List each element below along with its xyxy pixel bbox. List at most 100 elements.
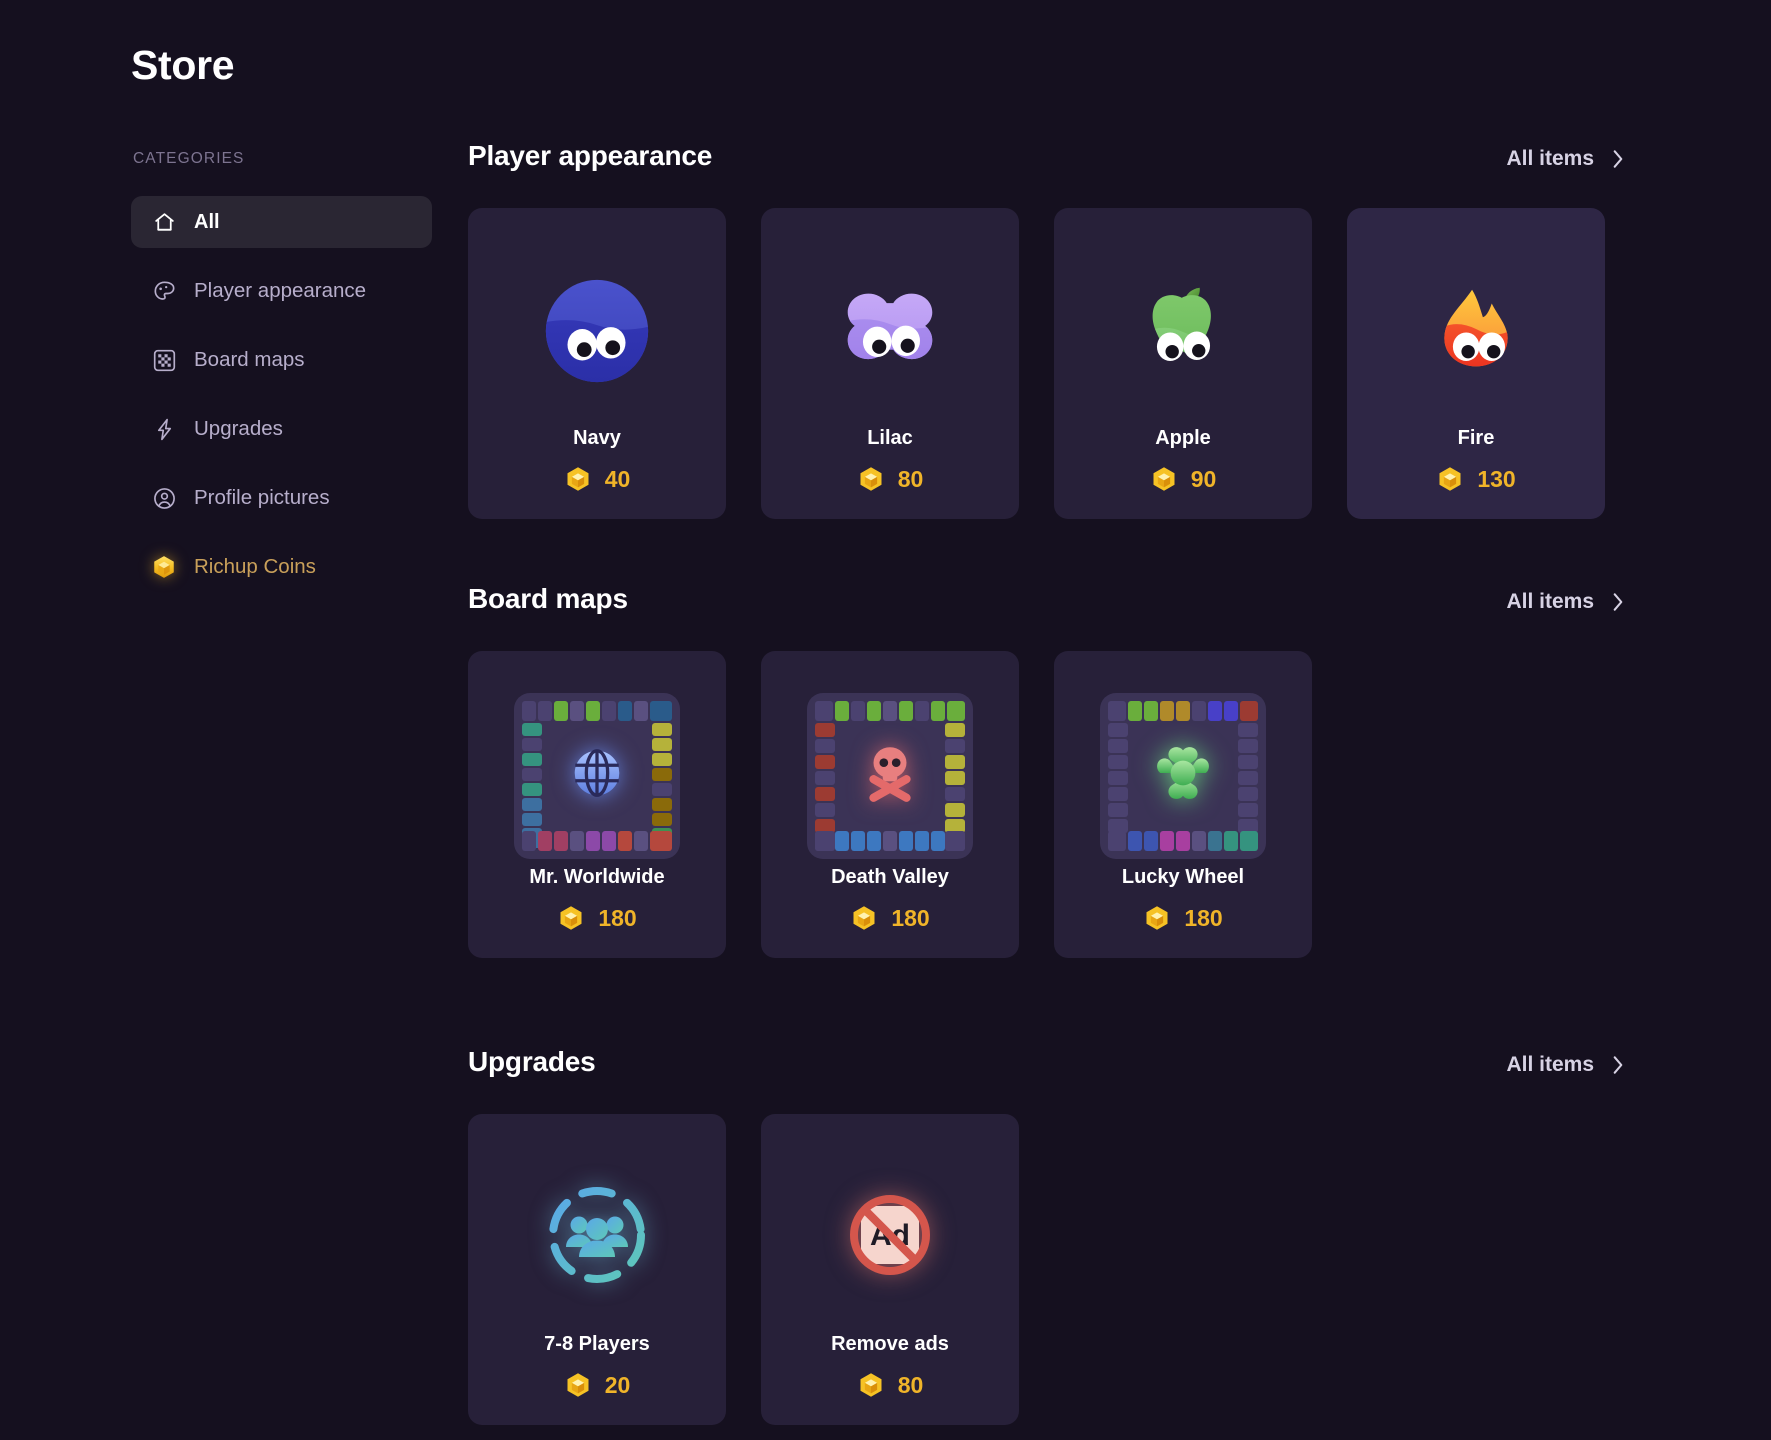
- card-price: 80: [857, 1371, 924, 1399]
- card-price: 80: [857, 465, 924, 493]
- skull-crossbones-icon: [857, 740, 923, 811]
- card-title: Lilac: [867, 427, 913, 449]
- board-map-art: [514, 692, 680, 859]
- sidebar-item-richup-coins[interactable]: Richup Coins: [131, 541, 432, 593]
- store-card-fire[interactable]: Fire 130: [1347, 208, 1605, 519]
- card-artwork: [468, 685, 726, 866]
- all-items-link-upgrades[interactable]: All items: [1506, 1053, 1648, 1077]
- all-items-link-board-maps[interactable]: All items: [1506, 590, 1648, 614]
- store-card-7-8-players[interactable]: 7-8 Players 20: [468, 1114, 726, 1425]
- card-price: 180: [850, 904, 930, 932]
- coin-icon: [1150, 465, 1178, 493]
- store-card-death-valley[interactable]: Death Valley 180: [761, 651, 1019, 958]
- checkerboard-icon: [151, 347, 177, 373]
- all-items-label: All items: [1506, 590, 1594, 613]
- all-items-link-player-appearance[interactable]: All items: [1506, 147, 1648, 171]
- section-player-appearance: Player appearance All items Navy 40 Lila…: [468, 140, 1648, 519]
- card-price: 40: [564, 465, 631, 493]
- palette-icon: [151, 278, 177, 304]
- board-map-art: [1100, 692, 1266, 859]
- section-board-maps: Board maps All items Mr. Worldwide 180 D…: [468, 583, 1648, 958]
- home-icon: [151, 209, 177, 235]
- sidebar-item-board-maps[interactable]: Board maps: [131, 334, 432, 386]
- chevron-right-icon: [1610, 148, 1626, 170]
- price-amount: 80: [897, 465, 924, 492]
- card-artwork: [468, 1162, 726, 1312]
- coin-icon: [850, 904, 878, 932]
- board-center-icon: [540, 719, 654, 833]
- coin-icon: [857, 1371, 885, 1399]
- store-card-mr-worldwide[interactable]: Mr. Worldwide 180: [468, 651, 726, 958]
- lightning-bolt-icon: [151, 416, 177, 442]
- lilac-blob-icon: [847, 293, 933, 360]
- price-amount: 40: [604, 465, 631, 492]
- sidebar-item-label: Board maps: [194, 348, 305, 371]
- sidebar: CATEGORIES All Player appearance Board m…: [131, 150, 432, 610]
- card-title: Fire: [1457, 427, 1495, 449]
- section-header: Player appearance All items: [468, 140, 1648, 180]
- board-map-art: [807, 692, 973, 859]
- sidebar-item-player-appearance[interactable]: Player appearance: [131, 265, 432, 317]
- no-ads-icon: Ad: [834, 1179, 946, 1296]
- sidebar-item-label: Richup Coins: [194, 555, 316, 578]
- price-amount: 180: [1184, 904, 1223, 931]
- sidebar-item-label: Profile pictures: [194, 486, 330, 509]
- card-artwork: [761, 685, 1019, 866]
- section-header: Upgrades All items: [468, 1046, 1648, 1086]
- store-card-apple[interactable]: Apple 90: [1054, 208, 1312, 519]
- main-content: Player appearance All items Navy 40 Lila…: [468, 140, 1648, 1433]
- section-title: Board maps: [468, 583, 628, 614]
- sidebar-item-upgrades[interactable]: Upgrades: [131, 403, 432, 455]
- apple-blob-icon: [1152, 287, 1211, 361]
- all-items-label: All items: [1506, 147, 1594, 170]
- card-artwork: [1054, 256, 1312, 406]
- card-title: Mr. Worldwide: [529, 866, 665, 888]
- price-amount: 180: [891, 904, 930, 931]
- sidebar-item-label: Upgrades: [194, 417, 283, 440]
- fire-blob-icon: [1444, 289, 1508, 367]
- section-header: Board maps All items: [468, 583, 1648, 623]
- players-group-icon: [541, 1179, 653, 1296]
- store-card-remove-ads[interactable]: Ad Remove ads: [761, 1114, 1019, 1425]
- coin-icon: [1143, 904, 1171, 932]
- card-row-player-appearance: Navy 40 Lilac 80 Apple 90 Fire 130: [468, 208, 1648, 519]
- card-artwork: [761, 256, 1019, 406]
- clover-icon: [1150, 740, 1216, 811]
- section-title: Player appearance: [468, 140, 713, 171]
- card-price: 180: [1143, 904, 1223, 932]
- all-items-label: All items: [1506, 1053, 1594, 1076]
- store-card-navy[interactable]: Navy 40: [468, 208, 726, 519]
- coin-icon: [151, 554, 177, 580]
- store-card-lucky-wheel[interactable]: Lucky Wheel 180: [1054, 651, 1312, 958]
- card-title: Remove ads: [831, 1333, 949, 1355]
- navy-blob-icon: [545, 279, 649, 383]
- card-price: 130: [1436, 465, 1516, 493]
- sidebar-heading: CATEGORIES: [133, 150, 245, 167]
- page-title: Store: [131, 42, 235, 88]
- board-center-icon: [1126, 719, 1240, 833]
- price-amount: 90: [1190, 465, 1217, 492]
- card-artwork: [1347, 256, 1605, 406]
- price-amount: 80: [897, 1371, 924, 1398]
- card-price: 180: [557, 904, 637, 932]
- card-price: 20: [564, 1371, 631, 1399]
- sidebar-item-all[interactable]: All: [131, 196, 432, 248]
- sidebar-item-profile-pictures[interactable]: Profile pictures: [131, 472, 432, 524]
- user-circle-icon: [151, 485, 177, 511]
- sidebar-item-label: Player appearance: [194, 279, 367, 302]
- card-price: 90: [1150, 465, 1217, 493]
- card-artwork: Ad: [761, 1162, 1019, 1312]
- card-artwork: [1054, 685, 1312, 866]
- card-title: Apple: [1155, 427, 1211, 449]
- store-card-lilac[interactable]: Lilac 80: [761, 208, 1019, 519]
- card-title: 7-8 Players: [544, 1333, 650, 1355]
- price-amount: 130: [1477, 465, 1516, 492]
- sidebar-list: All Player appearance Board maps Upgrade…: [131, 196, 432, 610]
- price-amount: 20: [604, 1371, 631, 1398]
- section-title: Upgrades: [468, 1046, 596, 1077]
- card-title: Lucky Wheel: [1121, 866, 1245, 888]
- store-page: Store CATEGORIES All Player appearance B…: [0, 0, 1771, 1440]
- card-row-board-maps: Mr. Worldwide 180 Death Valley 180 Lucky…: [468, 651, 1648, 958]
- coin-icon: [564, 465, 592, 493]
- price-amount: 180: [598, 904, 637, 931]
